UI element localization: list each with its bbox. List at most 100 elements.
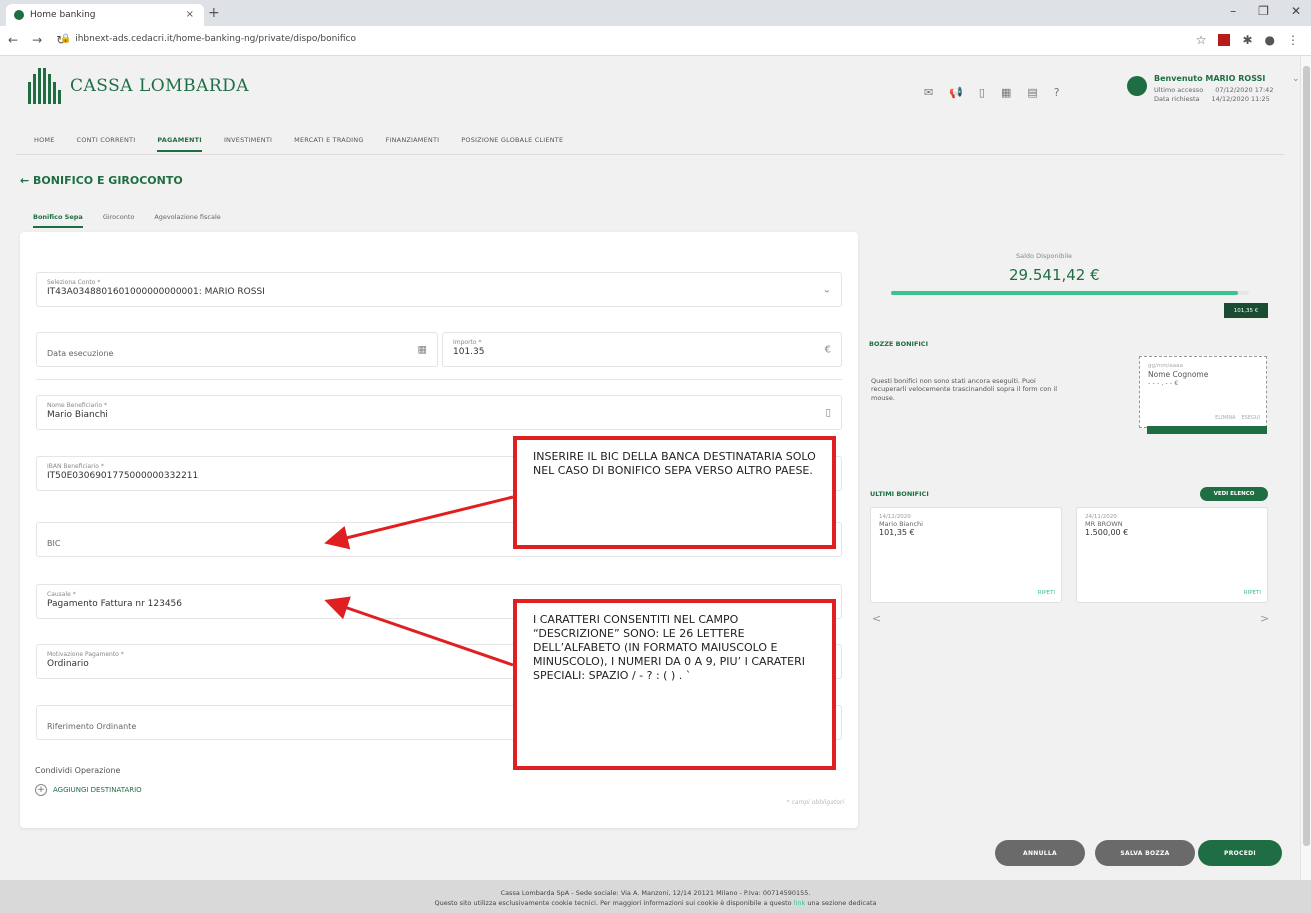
footer: Cassa Lombarda SpA - Sede sociale: Via A…: [0, 880, 1311, 913]
recent-transfer-card[interactable]: 24/11/2020 MR BROWN 1.500,00 € RIPETI: [1076, 507, 1268, 603]
favicon-icon: [14, 10, 24, 20]
footer-cookie-tail: una sezione dedicata: [807, 898, 877, 907]
megaphone-icon[interactable]: 📢: [949, 86, 963, 99]
nav-mercati-trading[interactable]: MERCATI E TRADING: [294, 136, 363, 152]
saldo-bar-tag: 101,35 €: [1224, 303, 1268, 318]
draft-date: gg/mm/aaaa: [1148, 363, 1183, 369]
new-tab-icon[interactable]: +: [208, 5, 220, 21]
nome-beneficiario-field[interactable]: Nome Beneficiario * Mario Bianchi ▯: [36, 395, 842, 430]
url-field[interactable]: 🔒 ihbnext-ads.cedacri.it/home-banking-ng/…: [60, 34, 356, 44]
chevron-left-icon[interactable]: <: [872, 612, 881, 625]
importo-label: Importo *: [453, 339, 482, 346]
address-book-icon[interactable]: ▯: [825, 407, 831, 418]
conto-label: Seleziona Conto *: [47, 279, 101, 286]
avatar[interactable]: [1127, 76, 1147, 96]
draft-amount: - - - , - - €: [1148, 379, 1179, 387]
draft-delete-button[interactable]: ELIMINA: [1215, 415, 1235, 421]
ripeti-button[interactable]: RIPETI: [1244, 590, 1261, 596]
importo-field[interactable]: Importo * 101.35 €: [442, 332, 842, 367]
footer-link[interactable]: link: [794, 899, 806, 907]
header-icons: ✉ 📢 ▯ ▦ ▤ ?: [924, 86, 1060, 99]
draft-execute-button[interactable]: ESEGUI: [1241, 415, 1260, 421]
form-divider: [36, 379, 842, 380]
chevron-right-icon[interactable]: >: [1260, 612, 1269, 625]
page-scrollbar[interactable]: [1300, 56, 1311, 880]
profile-icon[interactable]: ●: [1265, 33, 1275, 47]
main-nav: HOME CONTI CORRENTI PAGAMENTI INVESTIMEN…: [34, 136, 563, 152]
aggiungi-destinatario-button[interactable]: + AGGIUNGI DESTINATARIO: [35, 784, 142, 796]
tab-agevolazione-fiscale[interactable]: Agevolazione fiscale: [154, 213, 220, 228]
logo-mark-icon: [28, 68, 62, 104]
bozze-title: BOZZE BONIFICI: [869, 340, 928, 348]
last-access-value: 07/12/2020 17:42: [1215, 86, 1274, 94]
salva-bozza-button[interactable]: SALVA BOZZA: [1095, 840, 1195, 866]
extension-icon[interactable]: [1218, 34, 1231, 46]
menu-icon[interactable]: ⋮: [1287, 33, 1299, 47]
document-icon[interactable]: ▯: [979, 86, 985, 99]
tab-bonifico-sepa[interactable]: Bonifico Sepa: [33, 213, 83, 228]
browser-nav-buttons: ← → ↻: [8, 33, 66, 47]
conto-select[interactable]: Seleziona Conto * IT43A03488016010000000…: [36, 272, 842, 307]
conto-value: IT43A0348801601000000000001: MARIO ROSSI: [47, 287, 265, 297]
plus-icon: +: [35, 784, 47, 796]
calendar-icon[interactable]: ▦: [418, 344, 427, 355]
draft-actions: ELIMINA ESEGUI: [1215, 415, 1260, 421]
vedi-elenco-button[interactable]: VEDI ELENCO: [1200, 487, 1268, 501]
data-esecuzione-field[interactable]: Data esecuzione ▦: [36, 332, 438, 367]
forward-icon[interactable]: →: [32, 33, 42, 47]
page-title[interactable]: ← BONIFICO E GIROCONTO: [20, 174, 183, 187]
nav-home[interactable]: HOME: [34, 136, 55, 152]
chevron-down-icon: ⌄: [822, 284, 831, 295]
annulla-button[interactable]: ANNULLA: [995, 840, 1085, 866]
nav-investimenti[interactable]: INVESTIMENTI: [224, 136, 272, 152]
procedi-button[interactable]: PROCEDI: [1198, 840, 1282, 866]
nav-posizione-globale[interactable]: POSIZIONE GLOBALE CLIENTE: [461, 136, 563, 152]
maximize-icon[interactable]: ❐: [1258, 4, 1269, 18]
data-esecuzione-label: Data esecuzione: [47, 349, 114, 358]
tab-giroconto[interactable]: Giroconto: [103, 213, 135, 228]
request-date-row: Data richiesta 14/12/2020 11:25: [1154, 95, 1273, 103]
recent-name: Mario Bianchi: [879, 520, 923, 528]
inbox-icon[interactable]: ✉: [924, 86, 933, 99]
request-date-label: Data richiesta: [1154, 95, 1200, 103]
browser-actions: ☆ ✱ ● ⋮: [1196, 33, 1299, 47]
user-info[interactable]: Benvenuto MARIO ROSSI Ultimo accesso 07/…: [1154, 74, 1300, 103]
scrollbar-thumb[interactable]: [1303, 66, 1310, 846]
aggiungi-label: AGGIUNGI DESTINATARIO: [53, 786, 142, 794]
condividi-label: Condividi Operazione: [35, 766, 121, 775]
bozze-text: Questi bonifici non sono stati ancora es…: [871, 377, 1058, 402]
saldo-bar: [891, 291, 1249, 295]
close-window-icon[interactable]: ✕: [1291, 4, 1301, 18]
recent-transfer-card[interactable]: 14/12/2020 Mario Bianchi 101,35 € RIPETI: [870, 507, 1062, 603]
browser-tab[interactable]: Home banking ×: [6, 4, 204, 26]
euro-icon: €: [824, 344, 831, 355]
causale-label: Causale *: [47, 591, 76, 598]
chevron-down-icon[interactable]: ⌄: [1292, 74, 1300, 84]
calendar-icon[interactable]: ▦: [1001, 86, 1011, 99]
lock-icon: 🔒: [60, 34, 72, 44]
nav-finanziamenti[interactable]: FINANZIAMENTI: [386, 136, 440, 152]
draft-card[interactable]: gg/mm/aaaa Nome Cognome - - - , - - € EL…: [1139, 356, 1267, 428]
saldo-value: 29.541,42 €: [1009, 266, 1100, 284]
tab-close-icon[interactable]: ×: [186, 9, 194, 20]
tab-title: Home banking: [30, 10, 96, 20]
star-icon[interactable]: ☆: [1196, 33, 1207, 47]
bic-annotation: INSERIRE IL BIC DELLA BANCA DESTINATARIA…: [513, 436, 836, 549]
draft-name: Nome Cognome: [1148, 370, 1209, 379]
back-icon[interactable]: ←: [8, 33, 18, 47]
footer-cookie-text: Questo sito utilizza esclusivamente cook…: [434, 898, 792, 907]
nome-label: Nome Beneficiario *: [47, 402, 108, 409]
subtabs: Bonifico Sepa Giroconto Agevolazione fis…: [33, 213, 221, 228]
causale-annotation: I CARATTERI CONSENTITI NEL CAMPO “DESCRI…: [513, 599, 836, 770]
bank-name: CASSA LOMBARDA: [70, 76, 250, 96]
bank-logo[interactable]: CASSA LOMBARDA: [28, 68, 249, 104]
saldo-label: Saldo Disponibile: [1016, 252, 1073, 260]
nav-pagamenti[interactable]: PAGAMENTI: [157, 136, 202, 152]
help-icon[interactable]: ?: [1054, 86, 1060, 99]
book-icon[interactable]: ▤: [1027, 86, 1037, 99]
nav-conti-correnti[interactable]: CONTI CORRENTI: [77, 136, 136, 152]
puzzle-icon[interactable]: ✱: [1242, 33, 1252, 47]
minimize-icon[interactable]: –: [1230, 4, 1236, 18]
ripeti-button[interactable]: RIPETI: [1038, 590, 1055, 596]
draft-card-footer: [1147, 426, 1267, 434]
